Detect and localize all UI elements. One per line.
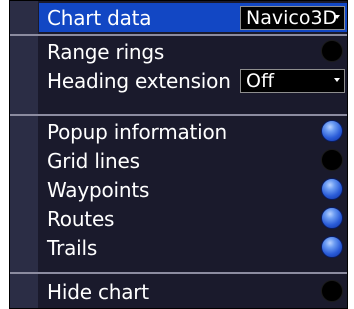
heading-extension-label: Heading extension — [47, 68, 231, 93]
chart-data-dropdown[interactable]: Navico3D — [240, 6, 345, 30]
dropdown-arrow-icon — [334, 78, 340, 82]
range-rings-toggle[interactable] — [321, 40, 343, 62]
menu-separator — [10, 114, 347, 116]
hide-chart-label: Hide chart — [47, 279, 149, 304]
menu-separator — [10, 34, 347, 36]
waypoints-row[interactable]: Waypoints — [39, 175, 347, 204]
routes-label: Routes — [47, 206, 115, 231]
dropdown-arrow-icon — [334, 15, 340, 19]
chart-data-row[interactable]: Chart data Navico3D — [39, 3, 347, 32]
routes-row[interactable]: Routes — [39, 204, 347, 233]
range-rings-row[interactable]: Range rings — [39, 37, 347, 66]
popup-information-toggle[interactable] — [321, 120, 343, 142]
popup-information-label: Popup information — [47, 119, 228, 144]
waypoints-label: Waypoints — [47, 177, 150, 202]
routes-toggle[interactable] — [321, 207, 343, 229]
heading-extension-dropdown[interactable]: Off — [240, 69, 345, 93]
grid-lines-label: Grid lines — [47, 148, 140, 173]
trails-label: Trails — [47, 235, 98, 260]
grid-lines-row[interactable]: Grid lines — [39, 146, 347, 175]
menu-left-strip — [10, 1, 38, 308]
hide-chart-row[interactable]: Hide chart — [39, 277, 347, 306]
heading-extension-value: Off — [246, 70, 275, 92]
grid-lines-toggle[interactable] — [321, 149, 343, 171]
popup-information-row[interactable]: Popup information — [39, 117, 347, 146]
range-rings-label: Range rings — [47, 39, 165, 64]
trails-row[interactable]: Trails — [39, 233, 347, 262]
chart-data-value: Navico3D — [246, 7, 338, 29]
trails-toggle[interactable] — [321, 236, 343, 258]
waypoints-toggle[interactable] — [321, 178, 343, 200]
heading-extension-row[interactable]: Heading extension Off — [39, 66, 347, 95]
chart-data-label: Chart data — [47, 5, 152, 30]
menu-separator — [10, 272, 347, 274]
hide-chart-toggle[interactable] — [321, 280, 343, 302]
chart-options-menu: Chart data Navico3D Range rings Heading … — [9, 0, 348, 309]
